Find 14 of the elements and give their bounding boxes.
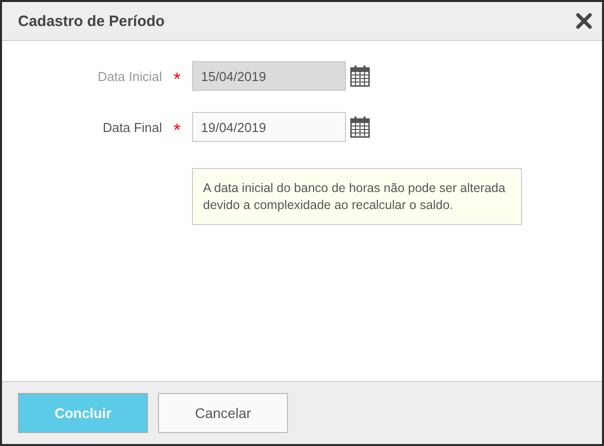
date-field[interactable]: 19/04/2019 [192,112,346,142]
field-label: Data Inicial [96,68,162,84]
required-mark: * [172,68,182,90]
field-label: Data Final [102,120,162,134]
calendar-button[interactable] [350,116,370,138]
dialog-title: Cadastro de Período [18,12,165,30]
calendar-button[interactable] [350,65,370,87]
info-note: A data inicial do banco de horas não pode ser alterada devido a complexidade ao recalcular o saldo. [192,168,522,225]
close-button[interactable] [576,13,592,29]
cancel-button[interactable]: Cancelar [158,393,288,433]
required-mark: * [172,118,182,140]
close-icon [576,13,592,29]
calendar-icon [350,116,370,138]
calendar-icon [350,65,370,87]
